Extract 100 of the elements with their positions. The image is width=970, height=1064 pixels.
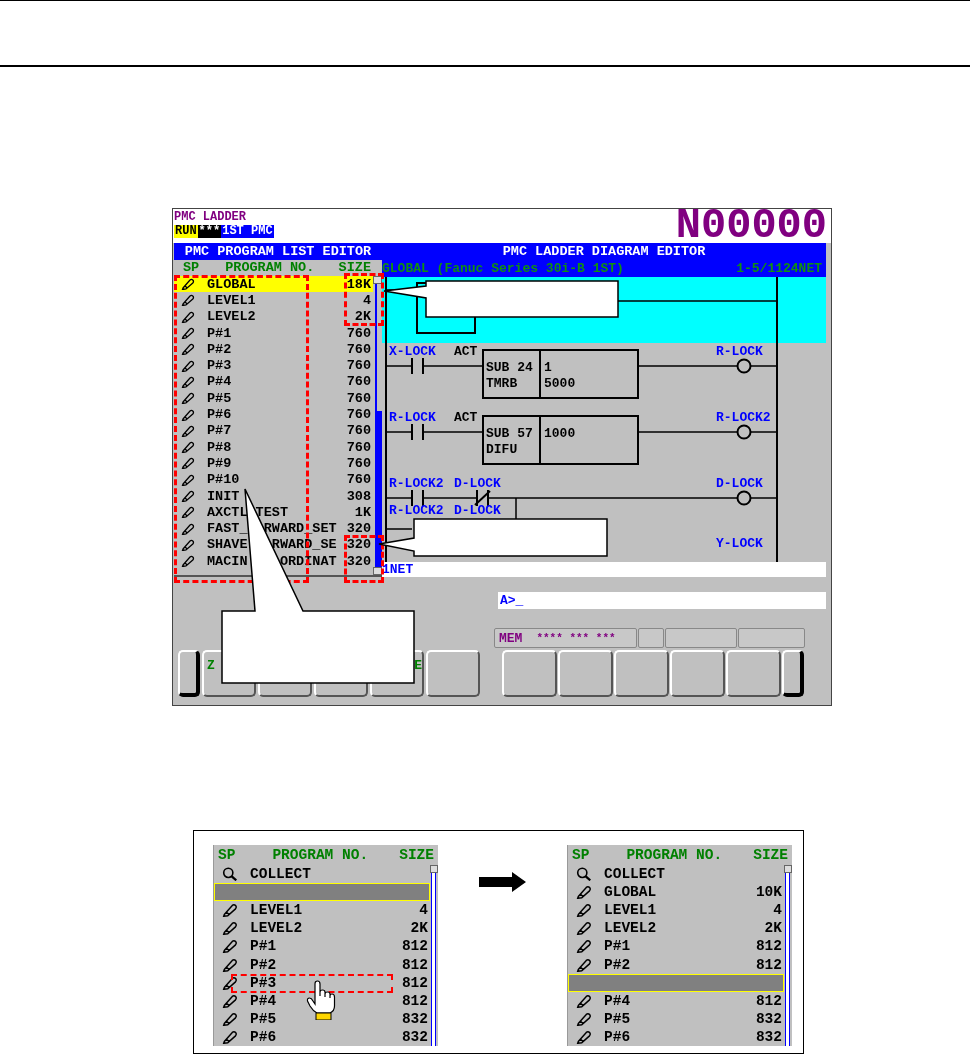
program-name: P#9 — [207, 455, 233, 471]
program-name: P#7 — [207, 423, 233, 439]
pencil-icon — [181, 294, 195, 307]
list-row[interactable]: P#2 760 — [174, 341, 373, 358]
list-row[interactable]: P#3 812 — [214, 973, 430, 992]
net-indicator: 1NET — [382, 562, 826, 577]
list-row[interactable]: LEVEL2 2K — [214, 919, 430, 938]
list-row[interactable]: P#2 812 — [568, 955, 784, 974]
scrollbar[interactable] — [430, 865, 438, 1046]
status-indicator: 1ST PMC — [221, 225, 274, 238]
status-indicator: *** — [197, 225, 222, 238]
list-row[interactable]: P#8 760 — [174, 438, 373, 456]
coil-symbol — [736, 490, 752, 506]
signal-label: R-LOCK — [716, 344, 763, 359]
list-row[interactable]: P#6 832 — [568, 1027, 784, 1046]
list-row[interactable]: COLLECT — [214, 865, 430, 884]
program-size: 760 — [346, 472, 372, 488]
status-segment — [738, 628, 805, 648]
list-row[interactable]: P#9 760 — [174, 455, 373, 472]
highlight-frame — [344, 273, 384, 326]
list-row[interactable]: P#4 812 — [214, 991, 430, 1010]
program-size: 832 — [755, 1010, 783, 1027]
list-row[interactable]: GLOBAL 18K — [174, 276, 373, 293]
pencil-icon — [181, 392, 195, 405]
program-name: P#2 — [604, 956, 632, 973]
list-row[interactable]: LEVEL1 4 — [174, 292, 373, 309]
column-header: SP — [572, 846, 590, 865]
list-row[interactable]: P#1 760 — [174, 324, 373, 342]
column-header: SP — [218, 846, 236, 865]
list-row[interactable]: LEVEL1 4 — [568, 901, 784, 920]
pencil-icon — [576, 921, 592, 936]
scrollbar[interactable] — [784, 865, 792, 1046]
list-row[interactable]: LEVEL2 2K — [174, 308, 373, 325]
softkey[interactable] — [782, 650, 804, 697]
list-row[interactable]: P#5 832 — [214, 1009, 430, 1028]
program-size: 760 — [346, 358, 372, 374]
list-row[interactable]: P#5 760 — [174, 390, 373, 407]
program-size: 812 — [401, 992, 429, 1009]
list-row[interactable]: P#7 760 — [174, 422, 373, 439]
list-row[interactable]: P#5 832 — [568, 1009, 784, 1028]
list-row[interactable]: P#2 812 — [214, 955, 430, 974]
pencil-icon — [181, 408, 195, 421]
softkey[interactable] — [502, 650, 557, 697]
pencil-icon — [576, 993, 592, 1008]
program-name: INIT — [207, 488, 241, 504]
list-row[interactable]: LEVEL2 2K — [568, 919, 784, 938]
program-name: P#1 — [250, 938, 278, 955]
signal-label: D-LOCK — [716, 476, 763, 491]
list-row[interactable]: MACIN ORDINAT 320 — [174, 553, 373, 570]
screen-title: PMC LADDER — [174, 211, 247, 224]
command-input[interactable]: A>_ — [498, 592, 826, 609]
program-size: 2K — [764, 920, 783, 937]
softkey[interactable] — [726, 650, 781, 697]
softkey[interactable] — [558, 650, 613, 697]
program-size: 812 — [755, 938, 783, 955]
command-name: COLLECT — [250, 866, 312, 883]
list-row[interactable]: COLLECT — [568, 865, 784, 884]
contact-symbol — [411, 357, 424, 375]
list-row[interactable]: INIT 308 — [174, 487, 373, 505]
operation-mode: MEM — [499, 630, 523, 646]
list-row[interactable]: P#1 812 — [568, 937, 784, 956]
list-row[interactable]: P#10 760 — [174, 471, 373, 488]
empty-row[interactable] — [214, 883, 430, 902]
list-row[interactable]: P#3 760 — [174, 357, 373, 374]
highlight-frame — [344, 535, 384, 583]
program-name: LEVEL2 — [207, 309, 257, 325]
program-name: LEVEL1 — [604, 902, 658, 919]
pencil-icon — [181, 538, 195, 551]
empty-row[interactable] — [568, 973, 784, 992]
program-size: 760 — [346, 390, 372, 406]
program-info: GLOBAL (Fanuc Series 30i-B 1ST) — [382, 260, 624, 277]
softkey[interactable] — [670, 650, 725, 697]
pencil-icon — [181, 506, 195, 519]
program-name: LEVEL2 — [250, 920, 304, 937]
pencil-icon — [181, 359, 195, 372]
list-row[interactable]: P#4 760 — [174, 373, 373, 391]
program-name: P#6 — [604, 1028, 632, 1045]
program-number: N00000 — [675, 209, 827, 243]
list-row[interactable]: P#6 760 — [174, 406, 373, 423]
program-name: GLOBAL — [604, 884, 658, 901]
contact-symbol — [474, 489, 491, 507]
function-name: SUB 24 — [486, 360, 533, 375]
function-name: DIFU — [486, 442, 518, 457]
list-row[interactable]: P#1 812 — [214, 937, 430, 956]
softkey[interactable] — [426, 650, 480, 697]
pencil-icon — [181, 278, 195, 291]
softkey[interactable] — [178, 650, 200, 697]
pencil-icon — [222, 921, 238, 936]
program-name: P#2 — [207, 341, 233, 357]
pencil-icon — [181, 457, 195, 470]
program-size: 320 — [346, 537, 372, 553]
softkey[interactable] — [614, 650, 669, 697]
status-indicator: RUN — [174, 225, 198, 238]
pencil-icon — [222, 903, 238, 918]
column-header: SIZE — [338, 260, 371, 276]
list-row[interactable]: P#4 812 — [568, 991, 784, 1010]
list-row[interactable]: LEVEL1 4 — [214, 901, 430, 920]
list-row[interactable]: GLOBAL 10K — [568, 883, 784, 902]
program-name: P#1 — [207, 325, 233, 341]
list-row[interactable]: P#6 832 — [214, 1027, 430, 1046]
